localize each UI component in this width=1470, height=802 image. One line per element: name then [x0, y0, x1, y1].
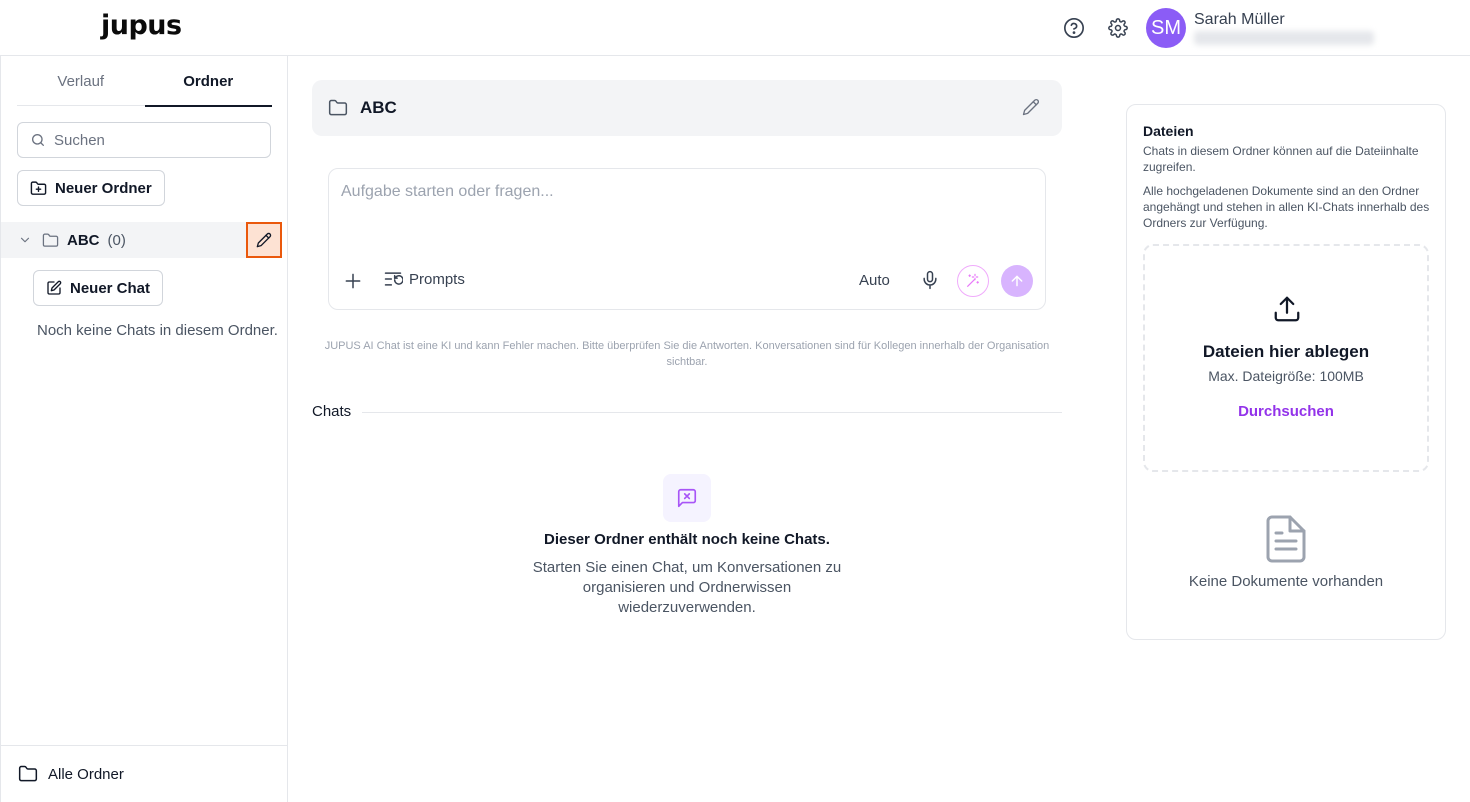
message-input[interactable]	[341, 183, 1031, 243]
chat-composer: Prompts Auto	[328, 168, 1046, 310]
ai-disclaimer: JUPUS AI Chat ist eine KI und kann Fehle…	[324, 340, 1050, 368]
files-panel: Dateien Chats in diesem Ordner können au…	[1126, 104, 1446, 640]
plus-icon[interactable]	[343, 271, 363, 291]
document-icon	[1266, 515, 1306, 563]
all-folders-label: Alle Ordner	[48, 765, 124, 783]
folder-item-abc[interactable]: ABC (0)	[1, 222, 246, 258]
new-chat-button[interactable]: Neuer Chat	[33, 270, 164, 306]
pencil-icon	[256, 232, 272, 248]
section-divider	[362, 412, 1062, 413]
top-header: jupus SM Sarah Müller	[0, 0, 1470, 56]
files-title: Dateien	[1143, 123, 1194, 139]
magic-wand-icon	[965, 273, 981, 289]
prompts-button[interactable]: Prompts	[383, 269, 465, 289]
browse-files-link[interactable]: Durchsuchen	[1145, 403, 1427, 420]
folder-header: ABC	[312, 80, 1062, 136]
sidebar-empty-text: Noch keine Chats in diesem Ordner.	[37, 322, 278, 339]
message-x-icon	[663, 474, 711, 522]
edit-square-icon	[46, 280, 62, 296]
files-description-1: Chats in diesem Ordner können auf die Da…	[1143, 144, 1419, 174]
file-dropzone[interactable]: Dateien hier ablegen Max. Dateigröße: 10…	[1143, 244, 1429, 472]
page-title: ABC	[360, 98, 397, 117]
empty-chats-subtitle: Starten Sie einen Chat, um Konversatione…	[532, 559, 842, 616]
folder-name: ABC	[67, 231, 100, 249]
gear-icon[interactable]	[1106, 16, 1130, 40]
new-chat-label: Neuer Chat	[70, 279, 151, 297]
edit-folder-button[interactable]	[246, 222, 282, 258]
chats-section-label: Chats	[312, 403, 352, 420]
tab-verlauf[interactable]: Verlauf	[17, 56, 145, 106]
dropzone-max-size: Max. Dateigröße: 100MB	[1208, 368, 1364, 384]
pencil-icon[interactable]	[1022, 98, 1040, 116]
arrow-up-icon	[1009, 273, 1025, 289]
folder-icon	[328, 98, 348, 118]
user-email-blurred	[1194, 31, 1374, 45]
search-box[interactable]	[17, 122, 271, 158]
app-logo[interactable]: jupus	[101, 10, 182, 41]
chevron-down-icon[interactable]	[18, 233, 32, 247]
files-description-2: Alle hochgeladenen Dokumente sind an den…	[1143, 184, 1430, 230]
all-folders-link[interactable]: Alle Ordner	[1, 745, 288, 802]
no-documents-text: Keine Dokumente vorhanden	[1188, 573, 1384, 590]
new-folder-label: Neuer Ordner	[55, 179, 152, 197]
prompts-label: Prompts	[409, 270, 465, 288]
search-icon	[30, 132, 46, 148]
magic-wand-button[interactable]	[957, 265, 989, 297]
sidebar-tabs: Verlauf Ordner	[17, 56, 273, 107]
dropzone-title: Dateien hier ablegen	[1202, 342, 1370, 361]
folder-icon	[42, 232, 59, 249]
avatar[interactable]: SM	[1146, 8, 1186, 48]
empty-chats-title: Dieser Ordner enthält noch keine Chats.	[544, 531, 830, 548]
mode-selector[interactable]: Auto	[859, 272, 890, 289]
upload-icon	[1272, 294, 1302, 324]
new-folder-button[interactable]: Neuer Ordner	[17, 170, 165, 206]
user-name: Sarah Müller	[1194, 11, 1285, 28]
help-circle-icon[interactable]	[1062, 16, 1086, 40]
send-button[interactable]	[1001, 265, 1033, 297]
folder-icon	[18, 764, 38, 784]
folder-count: (0)	[107, 231, 126, 249]
tab-ordner[interactable]: Ordner	[144, 56, 273, 107]
microphone-icon[interactable]	[919, 269, 941, 291]
search-input[interactable]	[54, 131, 254, 149]
sidebar: Verlauf Ordner Neuer Ordner ABC (0) Neu	[0, 56, 288, 802]
prompt-list-icon	[383, 269, 403, 289]
folder-plus-icon	[30, 180, 47, 197]
